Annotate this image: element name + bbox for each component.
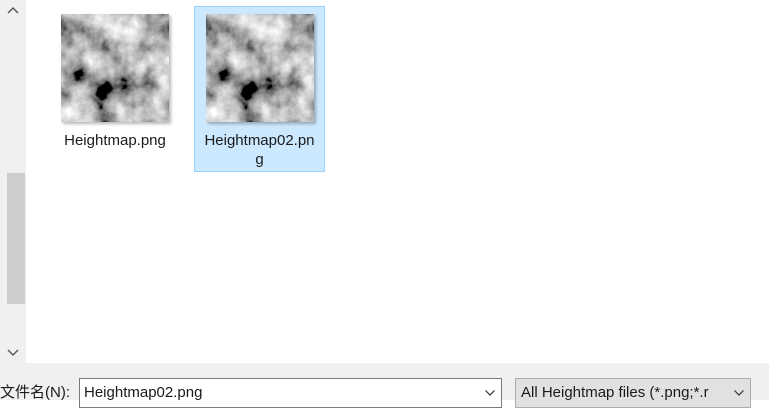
filetype-value: All Heightmap files (*.png;*.r [521,384,709,401]
filename-combobox[interactable] [79,378,502,408]
heightmap-thumbnail-icon [61,14,169,122]
scroll-thumb[interactable] [7,173,25,304]
chevron-up-icon [7,7,19,14]
heightmap-thumbnail-icon [205,14,314,122]
file-item-heightmap[interactable]: Heightmap.png [51,6,179,172]
vertical-scrollbar[interactable] [0,0,26,363]
file-name-label: Heightmap.png [64,132,166,149]
filetype-dropdown-button[interactable] [731,385,747,401]
chevron-down-icon [485,390,495,396]
filename-input[interactable] [84,384,464,402]
file-name-bar: 文件名(N): All Heightmap files (*.png;*.r [0,363,769,408]
chevron-down-icon [734,390,744,396]
file-name-label: Heightmap02.png [204,132,315,168]
filename-label: 文件名(N): [0,384,70,401]
file-list-view[interactable]: Heightmap.png Heightmap02.png [26,0,769,363]
filetype-select[interactable]: All Heightmap files (*.png;*.r [515,378,751,408]
file-item-heightmap02[interactable]: Heightmap02.png [194,6,325,172]
filename-dropdown-button[interactable] [482,385,498,401]
scroll-down-button[interactable] [0,343,26,363]
scroll-up-button[interactable] [0,0,26,20]
chevron-down-icon [7,349,19,356]
